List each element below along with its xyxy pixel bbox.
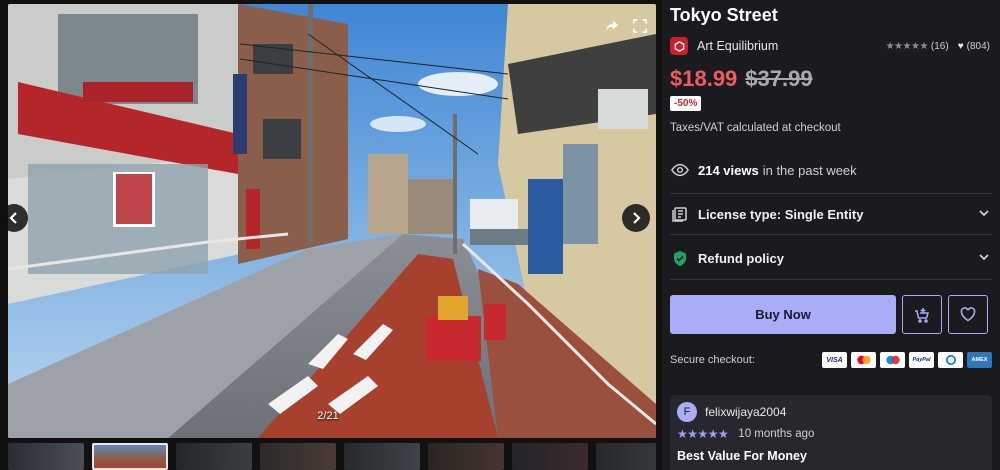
taxes-note: Taxes/VAT calculated at checkout (670, 122, 841, 134)
shield-check-icon (670, 249, 690, 269)
review-meta: ★★★★★ 10 months ago (677, 427, 985, 441)
next-image-button[interactable] (622, 204, 650, 232)
chevron-left-icon (9, 212, 17, 224)
avatar[interactable]: F (677, 402, 697, 422)
review-time: 10 months ago (738, 428, 815, 440)
thumbnail[interactable] (512, 443, 588, 470)
discount-badge: -50% (670, 96, 702, 111)
review-title: Best Value For Money (677, 449, 807, 463)
refund-accordion[interactable]: Refund policy (670, 238, 992, 280)
review-stars-icon: ★★★★★ (677, 427, 729, 441)
heart-outline-icon (960, 307, 976, 322)
payment-methods: VISA PayPal AMEX (822, 352, 992, 368)
chevron-right-icon (633, 212, 641, 224)
refund-label: Refund policy (698, 251, 784, 266)
fullscreen-icon[interactable] (628, 14, 652, 38)
add-to-cart-button[interactable] (902, 295, 942, 334)
share-icon[interactable] (600, 14, 624, 38)
thumbnail[interactable] (428, 443, 504, 470)
current-price: $18.99 (670, 66, 738, 91)
rating-count[interactable]: (16) (931, 41, 949, 52)
review-username[interactable]: felixwijaya2004 (705, 405, 786, 419)
likes-count: (804) (966, 40, 990, 52)
hero-image[interactable] (8, 4, 656, 438)
diners-icon (938, 352, 963, 368)
product-title: Tokyo Street (670, 5, 778, 25)
thumbnail-strip (8, 443, 656, 470)
rating-summary: ★★★★★ (16) ♥ (804) (886, 41, 990, 52)
license-label: License type: Single Entity (698, 206, 864, 222)
original-price: $37.99 (745, 66, 813, 91)
thumbnail-active[interactable] (92, 443, 168, 470)
rating-stars-icon: ★★★★★ (885, 40, 929, 52)
maestro-icon (880, 352, 905, 368)
heart-icon: ♥ (957, 40, 964, 52)
views-suffix: in the past week (762, 162, 857, 178)
seller-logo-icon[interactable] (670, 37, 688, 55)
review-header: F felixwijaya2004 (677, 402, 985, 422)
views-count: 214 views (698, 162, 759, 178)
seller-name-link[interactable]: Art Equilibrium (697, 39, 778, 53)
buy-now-button[interactable]: Buy Now (670, 295, 896, 334)
thumbnail[interactable] (596, 443, 656, 470)
thumbnail[interactable] (8, 443, 84, 470)
image-counter: 2/21 (317, 410, 339, 422)
tokyo-street-scene (8, 4, 656, 438)
visa-icon: VISA (822, 352, 847, 368)
thumbnail[interactable] (344, 443, 420, 470)
price-row: $18.99 $37.99 (670, 66, 813, 92)
review-card: F felixwijaya2004 ★★★★★ 10 months ago Be… (670, 395, 992, 470)
secure-checkout-label: Secure checkout: (670, 354, 755, 366)
license-accordion[interactable]: License type: Single Entity (670, 193, 992, 235)
wishlist-button[interactable] (948, 295, 988, 334)
amex-icon: AMEX (967, 352, 992, 368)
paypal-icon: PayPal (909, 352, 934, 368)
chevron-down-icon (978, 251, 990, 266)
mastercard-icon (851, 352, 876, 368)
thumbnail[interactable] (176, 443, 252, 470)
secure-checkout: Secure checkout: VISA PayPal AMEX (670, 352, 992, 368)
views-info: 214 views in the past week (670, 160, 992, 180)
cart-add-icon (915, 307, 930, 323)
seller-row: Art Equilibrium ★★★★★ (16) ♥ (804) (670, 37, 990, 55)
chevron-down-icon (978, 207, 990, 222)
eye-icon (670, 160, 690, 180)
previous-image-button[interactable] (0, 204, 28, 232)
license-document-icon (670, 204, 690, 224)
product-panel: Tokyo Street Art Equilibrium ★★★★★ (16) … (662, 0, 1000, 470)
thumbnail[interactable] (260, 443, 336, 470)
media-gallery: 2/21 (0, 0, 662, 470)
